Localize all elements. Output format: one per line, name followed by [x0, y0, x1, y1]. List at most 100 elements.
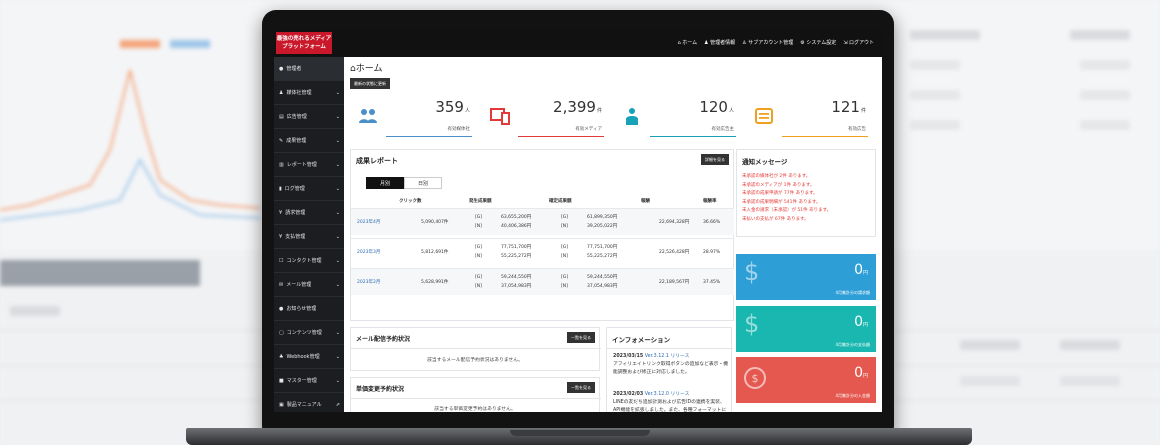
row-generated-n: 37,054,983円: [501, 284, 532, 289]
notice-line[interactable]: 未払いの支払が 67件 あります。: [742, 216, 831, 225]
sidebar-item[interactable]: ▣ 製品マニュアル ⇗: [274, 393, 344, 412]
row-reward: 22,189,567円: [659, 280, 690, 285]
sidebar-item[interactable]: ▮ ログ管理 ⌄: [274, 177, 344, 201]
chevron-down-icon: ⌄: [335, 137, 340, 144]
row-month-link[interactable]: 2023年2月: [357, 279, 380, 286]
stat-media-companies[interactable]: 359人 有効媒体社: [350, 94, 480, 142]
sidebar-item[interactable]: ▥ レポート管理 ⌄: [274, 153, 344, 177]
stat-number: 359: [435, 98, 464, 116]
tag-n: [N]: [561, 284, 568, 289]
tile-caption: 4月集計分の支払額: [835, 342, 870, 347]
notice-line[interactable]: 未入金の請求（未承認）が 51件 あります。: [742, 207, 831, 216]
col-reward: 報酬: [641, 199, 650, 204]
stat-advertisers[interactable]: 120人 有効広告主: [614, 94, 744, 142]
tag-g: [G]: [561, 275, 568, 280]
sidebar-item[interactable]: ✉ メール管理 ⌄: [274, 273, 344, 297]
nav-home[interactable]: ⌂ ホーム: [677, 39, 697, 46]
stat-unit: 件: [596, 108, 602, 114]
row-month-link[interactable]: 2023年3月: [357, 249, 380, 256]
sidebar-item-label: レポート管理: [286, 162, 317, 168]
notice-line[interactable]: 未承認のメディアが 1件 あります。: [742, 182, 831, 191]
notice-line[interactable]: 未承認の成果申請が 77件 あります。: [742, 190, 831, 199]
report-detail-button[interactable]: 詳細を見る: [701, 154, 729, 165]
tile-value: 0: [854, 262, 863, 278]
dollar-icon: $: [744, 310, 760, 338]
chevron-down-icon: ⌄: [335, 89, 340, 96]
tab-daily[interactable]: 日別: [404, 177, 442, 189]
tile-deposit[interactable]: $ 0円 4月集計分の入金額: [736, 357, 876, 403]
stat-media[interactable]: 2,399件 有効メディア: [482, 94, 612, 142]
ad-icon: ▤: [279, 113, 284, 120]
tag-g: [G]: [475, 245, 482, 250]
price-list-button[interactable]: 一覧を見る: [567, 382, 595, 393]
price-panel: 単価変更予約状況 一覧を見る 該当する単価変更予約はありません。: [350, 377, 601, 412]
sidebar-item[interactable]: ✎ 成果管理 ⌄: [274, 129, 344, 153]
nav-logout-label: ログアウト: [848, 40, 874, 46]
sidebar-item[interactable]: ¥ 支払管理 ⌄: [274, 225, 344, 249]
info-text: LINEの友だち追加計測および広告IDの連携を実装、API機能を拡張しました。ま…: [613, 400, 727, 412]
mail-empty-text: 該当するメール配信予約状況はありません。: [427, 358, 523, 363]
sidebar-item-label: 請求管理: [285, 210, 306, 216]
tile-billing[interactable]: $ 0円 4月集計分の請求額: [736, 254, 876, 300]
sidebar-item[interactable]: ● お知らせ管理: [274, 297, 344, 321]
info-panel: インフォメーション 2023/03/15 Ver.3.12.1 リリース アフィ…: [606, 327, 733, 412]
stat-ads[interactable]: 121件 有効広告: [746, 94, 876, 142]
row-rate: 28.97%: [703, 250, 721, 255]
sidebar-item-label: Webhook管理: [286, 354, 320, 360]
row-month-link[interactable]: 2023年4月: [357, 219, 380, 226]
col-rate: 報酬率: [703, 199, 717, 204]
nav-admin-info[interactable]: ♟ 管理者情報: [704, 39, 735, 46]
report-tabs: 月別 日別: [366, 177, 442, 189]
yen-icon: ¥: [279, 233, 283, 240]
tag-g: [G]: [475, 215, 482, 220]
nav-settings[interactable]: ⚙ システム設定: [800, 39, 836, 46]
stat-value: 359人: [435, 98, 470, 116]
laptop-notch: [510, 430, 650, 436]
app-logo[interactable]: 最強の売れるメディア プラットフォーム: [276, 32, 332, 54]
sidebar-item[interactable]: ¥ 請求管理 ⌄: [274, 201, 344, 225]
stat-label: 有効媒体社: [447, 127, 471, 132]
tag-g: [G]: [475, 275, 482, 280]
devices-icon: [490, 108, 510, 125]
refresh-button[interactable]: 最新の状態に更新: [350, 78, 390, 89]
nav-subaccount[interactable]: ♙ サブアカウント管理: [742, 39, 793, 46]
sidebar-item[interactable]: ♟ 媒体社管理 ⌄: [274, 81, 344, 105]
top-nav: ⌂ ホーム ♟ 管理者情報 ♙ サブアカウント管理 ⚙ システム設定 ⇲ ログア…: [677, 39, 874, 46]
sidebar-item[interactable]: ■ マスター管理 ⌄: [274, 369, 344, 393]
notice-line[interactable]: 未承認の媒体社が 2件 あります。: [742, 173, 831, 182]
sidebar-item[interactable]: ♣ Webhook管理 ⌄: [274, 345, 344, 369]
tile-payment[interactable]: $ 0円 4月集計分の支払額: [736, 306, 876, 352]
tag-n: [N]: [475, 224, 482, 229]
row-generated-n: 55,225,272円: [501, 254, 532, 259]
stat-label: 有効メディア: [575, 127, 602, 132]
stat-number: 120: [699, 98, 728, 116]
col-clicks: クリック数: [399, 199, 422, 204]
sidebar-item[interactable]: ▤ 広告管理 ⌄: [274, 105, 344, 129]
info-version-link[interactable]: Ver.3.12.0 リリース: [645, 392, 690, 397]
contact-icon: ☐: [279, 257, 284, 264]
stat-label: 有効広告主: [711, 127, 735, 132]
sidebar-item[interactable]: ☐ コンタクト管理 ⌄: [274, 249, 344, 273]
chevron-down-icon: ⌄: [335, 353, 340, 360]
nav-logout[interactable]: ⇲ ログアウト: [843, 39, 874, 46]
notice-list: 未承認の媒体社が 2件 あります。 未承認のメディアが 1件 あります。 未承認の成…: [742, 173, 831, 224]
sidebar-item[interactable]: ▢ コンテンツ管理 ⌄: [274, 321, 344, 345]
sidebar-item[interactable]: ● 管理者: [274, 57, 344, 81]
sidebar-item-label: 広告管理: [286, 114, 307, 120]
webhook-icon: ♣: [279, 353, 284, 360]
row-clicks: 5,090,407件: [421, 220, 449, 225]
nav-subaccount-label: サブアカウント管理: [748, 40, 794, 46]
row-rate: 36.66%: [703, 220, 721, 225]
notice-line[interactable]: 未承認の成果明細が 541件 あります。: [742, 199, 831, 208]
info-version-link[interactable]: Ver.3.12.1 リリース: [645, 354, 690, 359]
tag-n: [N]: [475, 254, 482, 259]
row-clicks: 5,628,991件: [421, 280, 449, 285]
nav-settings-label: システム設定: [806, 40, 837, 46]
stat-number: 2,399: [553, 98, 596, 116]
row-generated-g: 77,751,700円: [501, 245, 532, 250]
info-date: 2023/02/03: [613, 392, 644, 397]
mail-list-button[interactable]: 一覧を見る: [567, 332, 595, 343]
row-generated-g: 59,244,550円: [501, 275, 532, 280]
tag-n: [N]: [475, 284, 482, 289]
tab-monthly[interactable]: 月別: [366, 177, 404, 189]
